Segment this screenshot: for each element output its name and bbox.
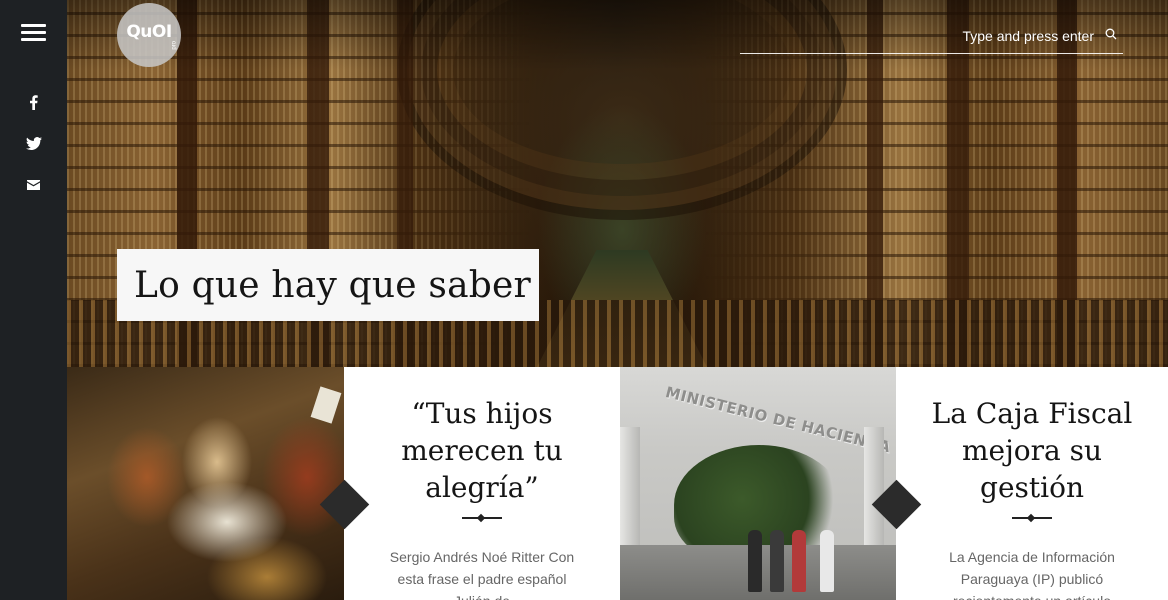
- facebook-icon[interactable]: [0, 90, 67, 114]
- article-title[interactable]: La Caja Fiscal mejora su gestión: [896, 395, 1168, 506]
- article-excerpt: Sergio Andrés Noé Ritter Con esta frase …: [389, 549, 575, 600]
- divider: [462, 515, 502, 521]
- article-card[interactable]: La Caja Fiscal mejora su gestión La Agen…: [896, 367, 1168, 600]
- sidebar: [0, 0, 67, 600]
- site-logo[interactable]: QuOI pro: [117, 3, 181, 67]
- building-sign: MINISTERIO DE HACIENDA: [663, 383, 893, 457]
- article-image-ministry[interactable]: MINISTERIO DE HACIENDA: [620, 367, 896, 600]
- logo-text: QuOI: [126, 22, 172, 42]
- search-bar: [740, 22, 1123, 54]
- hamburger-menu-icon[interactable]: [21, 24, 46, 42]
- article-image-painting[interactable]: [67, 367, 344, 600]
- search-icon[interactable]: [1105, 27, 1119, 41]
- search-input[interactable]: [740, 22, 1100, 50]
- divider: [1012, 515, 1052, 521]
- twitter-icon[interactable]: [0, 131, 67, 155]
- article-title[interactable]: “Tus hijos merecen tu alegría”: [344, 395, 620, 506]
- logo-subtext: pro: [172, 41, 178, 50]
- article-excerpt: La Agencia de Información Paraguaya (IP)…: [949, 549, 1115, 600]
- page-title: Lo que hay que saber: [134, 264, 531, 306]
- hero-title-box: Lo que hay que saber: [117, 249, 539, 321]
- mail-icon[interactable]: [0, 173, 67, 197]
- article-card[interactable]: “Tus hijos merecen tu alegría” Sergio An…: [344, 367, 620, 600]
